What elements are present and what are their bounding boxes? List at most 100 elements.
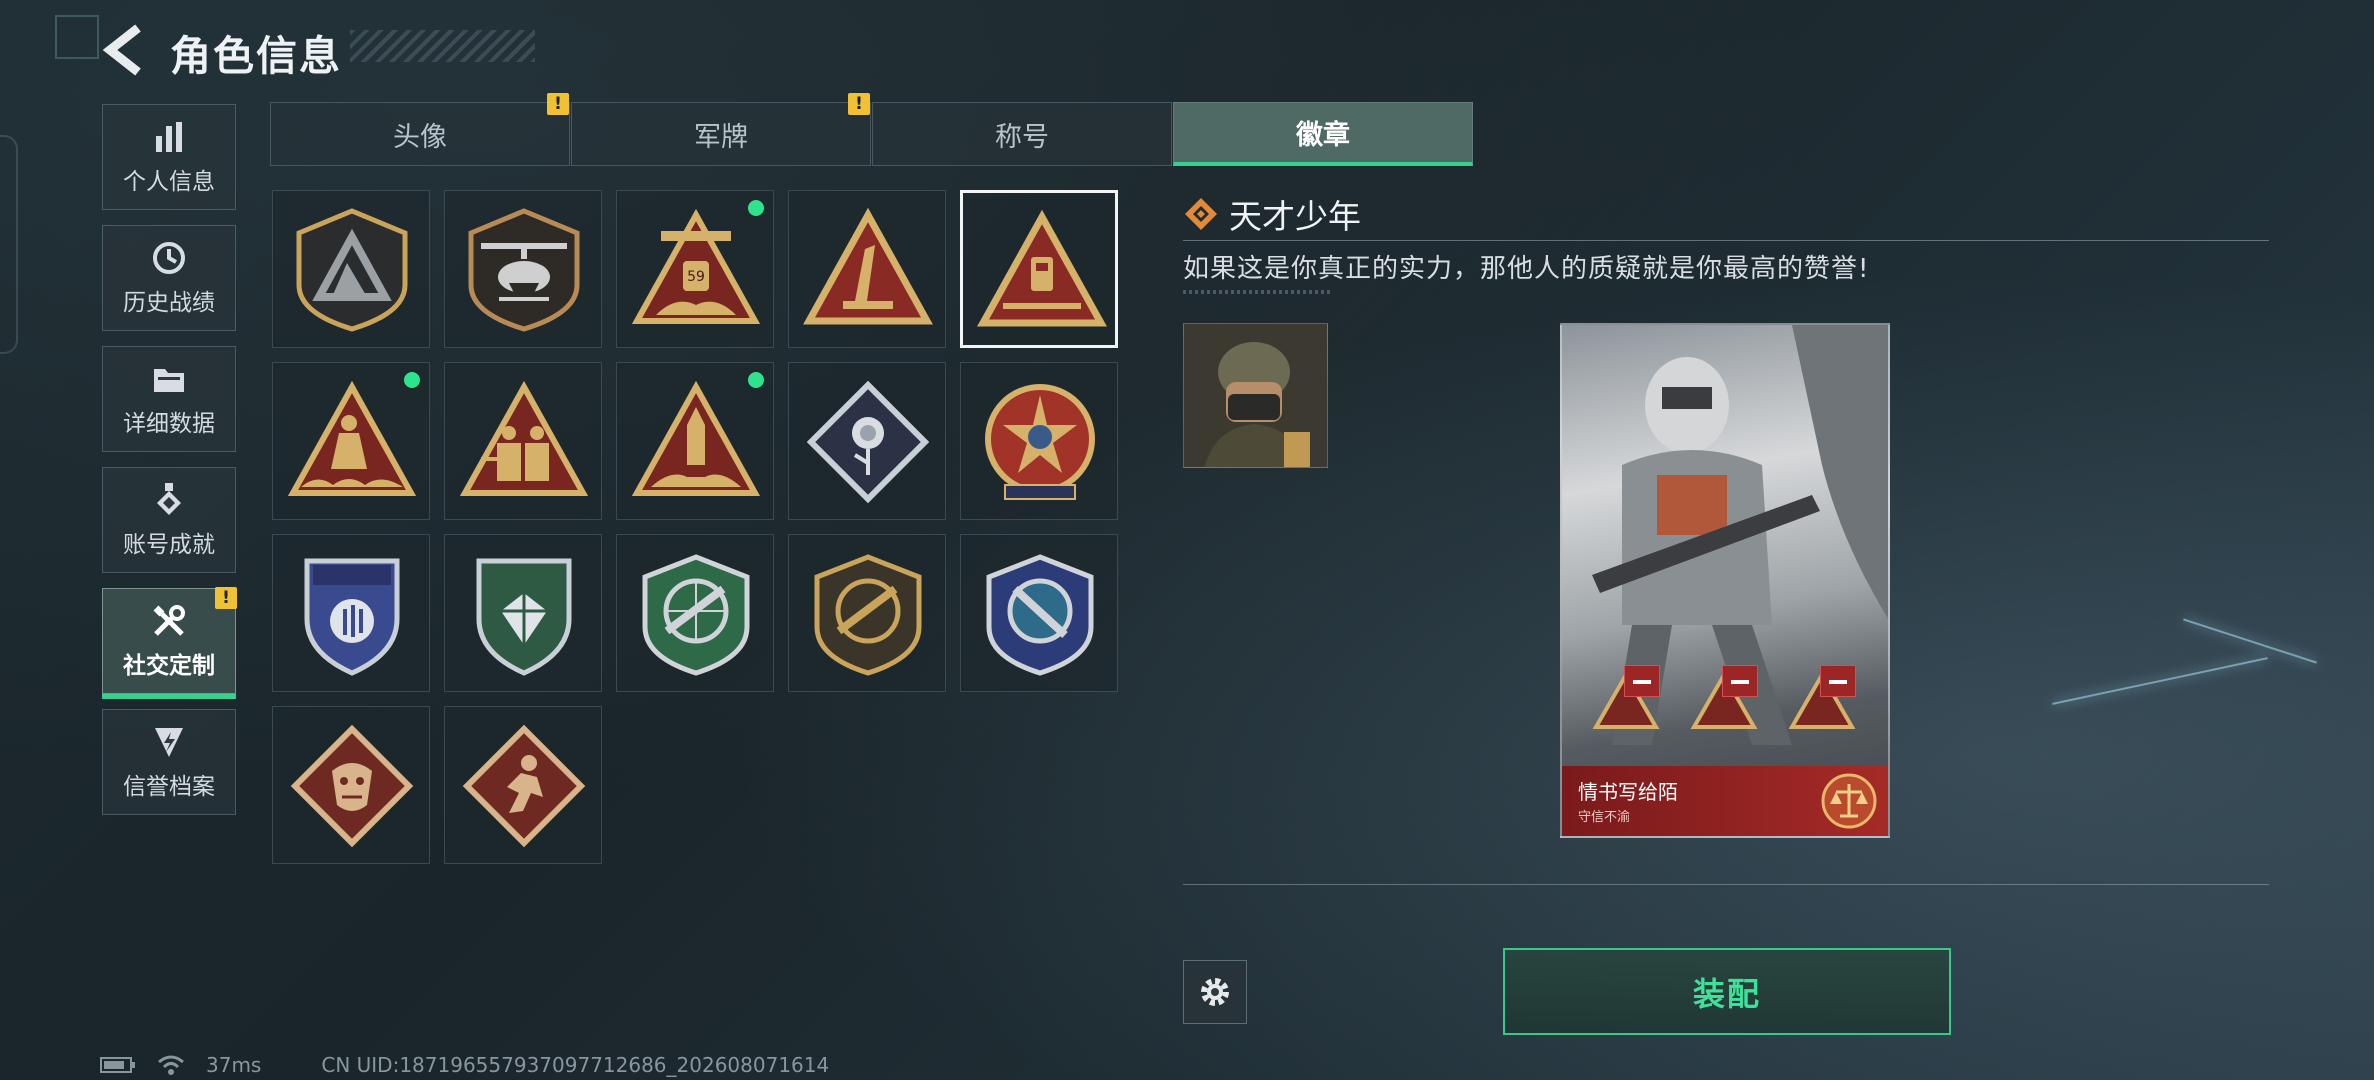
blue-laurel-shield-badge — [304, 558, 400, 676]
sidebar-item-label: 信誉档案 — [123, 774, 215, 800]
tab-bar: 头像 ! 军牌 ! 称号 徽章 — [270, 93, 1476, 166]
ping-readout: 37ms — [206, 1053, 262, 1077]
scales-emblem-icon — [1821, 773, 1877, 829]
svg-text:59: 59 — [687, 269, 705, 285]
tab-avatar[interactable]: 头像 ! — [270, 93, 570, 166]
genius-youth-triangle-badge — [977, 209, 1107, 327]
user-id: CN UID:18719655793709771​2686_2026080716… — [321, 1053, 830, 1077]
tab-label: 军牌 — [694, 121, 748, 153]
edge-decoration — [0, 135, 18, 354]
badge-cell[interactable] — [444, 706, 602, 864]
soldiers-group-triangle-badge — [459, 380, 589, 496]
badge-cell[interactable] — [272, 190, 430, 348]
gold-rifle-shield-badge — [814, 554, 922, 676]
soldier-59-triangle-badge: 59 — [631, 208, 761, 324]
sidebar-item-credit[interactable]: 信誉档案 — [102, 709, 236, 815]
settings-button[interactable] — [1183, 960, 1247, 1024]
avatar[interactable] — [1183, 323, 1328, 468]
character-card[interactable]: 情书写给陌 守信不渝 — [1560, 323, 1890, 838]
back-arrow-icon — [102, 24, 141, 76]
rose-diamond-badge — [806, 380, 930, 504]
green-gem-shield-badge — [476, 558, 572, 676]
corner-decoration — [55, 15, 99, 59]
figure-wave-triangle-badge — [287, 380, 417, 496]
warning-badge: ! — [547, 93, 569, 115]
card-player-name: 情书写给陌 — [1578, 780, 1678, 804]
diamond-marker-icon — [1185, 198, 1217, 230]
badge-cell[interactable] — [616, 534, 774, 692]
warning-badge: ! — [848, 93, 870, 115]
tab-label: 徽章 — [1296, 120, 1350, 151]
badge-cell[interactable]: 59 — [616, 190, 774, 348]
sidebar-item-label: 社交定制 — [123, 653, 215, 679]
tab-badge[interactable]: 徽章 — [1173, 102, 1473, 166]
soldier-avatar-image — [1184, 324, 1327, 467]
folder-icon — [154, 369, 184, 392]
dragon-diamond-badge — [290, 724, 414, 848]
number-one-triangle-badge — [803, 207, 933, 325]
gear-icon — [1201, 978, 1229, 1006]
sidebar-item-profile[interactable]: 个人信息 — [102, 104, 236, 210]
warning-badge: ! — [215, 587, 237, 609]
background-lightning — [2052, 657, 2268, 705]
remove-badge-button[interactable] — [1820, 665, 1856, 697]
shield-bolt-icon — [155, 728, 183, 757]
sidebar-item-achievements[interactable]: 账号成就 — [102, 467, 236, 573]
background-lightning — [2183, 618, 2317, 664]
history-clock-icon — [153, 242, 185, 274]
badge-cell[interactable] — [272, 706, 430, 864]
card-nameplate: 情书写给陌 守信不渝 — [1562, 766, 1888, 836]
badge-cell[interactable] — [788, 534, 946, 692]
back-button[interactable] — [100, 22, 150, 78]
title-decoration — [350, 30, 535, 62]
sidebar-item-social[interactable]: 社交定制 ! — [102, 587, 237, 699]
badge-title-row: 天才少年 — [1183, 192, 1361, 236]
sidebar-item-label: 历史战绩 — [123, 290, 215, 316]
badge-cell[interactable] — [960, 534, 1118, 692]
status-bar: 37ms CN UID:18719655793709771​2686_20260… — [100, 1050, 829, 1080]
badge-cell[interactable] — [272, 534, 430, 692]
page-title: 角色信息 — [170, 32, 342, 80]
tab-dogtag[interactable]: 军牌 ! — [571, 93, 871, 166]
new-indicator-dot — [745, 197, 767, 219]
green-rifle-shield-badge — [642, 554, 750, 676]
equip-button[interactable]: 装配 — [1503, 948, 1951, 1035]
tab-title[interactable]: 称号 — [872, 102, 1172, 166]
card-badge-slot[interactable] — [1592, 665, 1660, 733]
delta-shield-badge — [296, 208, 408, 332]
helicopter-shield-badge — [468, 208, 580, 332]
badge-cell[interactable] — [788, 362, 946, 520]
tab-label: 头像 — [393, 121, 447, 153]
tab-label: 称号 — [995, 121, 1049, 153]
blue-knife-shield-badge — [986, 554, 1094, 676]
badge-cell[interactable] — [960, 190, 1118, 348]
badge-cell[interactable] — [444, 190, 602, 348]
remove-badge-button[interactable] — [1722, 665, 1758, 697]
badge-cell[interactable] — [444, 362, 602, 520]
divider — [1183, 240, 2269, 241]
divider — [1183, 884, 2269, 885]
remove-badge-button[interactable] — [1624, 665, 1660, 697]
badge-cell[interactable] — [960, 362, 1118, 520]
badge-cell[interactable] — [616, 362, 774, 520]
sidebar-item-label: 详细数据 — [123, 411, 215, 437]
new-indicator-dot — [745, 369, 767, 391]
wifi-icon — [158, 1055, 184, 1075]
card-subtitle: 守信不渝 — [1578, 810, 1631, 825]
badge-cell[interactable] — [444, 534, 602, 692]
badge-cell[interactable] — [788, 190, 946, 348]
new-indicator-dot — [401, 369, 423, 391]
tools-icon — [153, 605, 185, 636]
badge-description: 如果这是你真正的实力，那他人的质疑就是你最高的赞誉! — [1183, 254, 1870, 284]
sidebar-item-label: 账号成就 — [123, 532, 215, 558]
sidebar-item-history[interactable]: 历史战绩 — [102, 225, 236, 331]
badge-name: 天才少年 — [1229, 197, 1361, 236]
rocket-triangle-badge — [631, 380, 761, 496]
card-badge-slot[interactable] — [1690, 665, 1758, 733]
card-badge-slot[interactable] — [1788, 665, 1856, 733]
battery-icon — [100, 1057, 135, 1073]
badge-cell[interactable] — [272, 362, 430, 520]
sidebar-item-details[interactable]: 详细数据 — [102, 346, 236, 452]
equip-button-label: 装配 — [1692, 974, 1761, 1013]
sidebar-item-label: 个人信息 — [123, 169, 215, 195]
